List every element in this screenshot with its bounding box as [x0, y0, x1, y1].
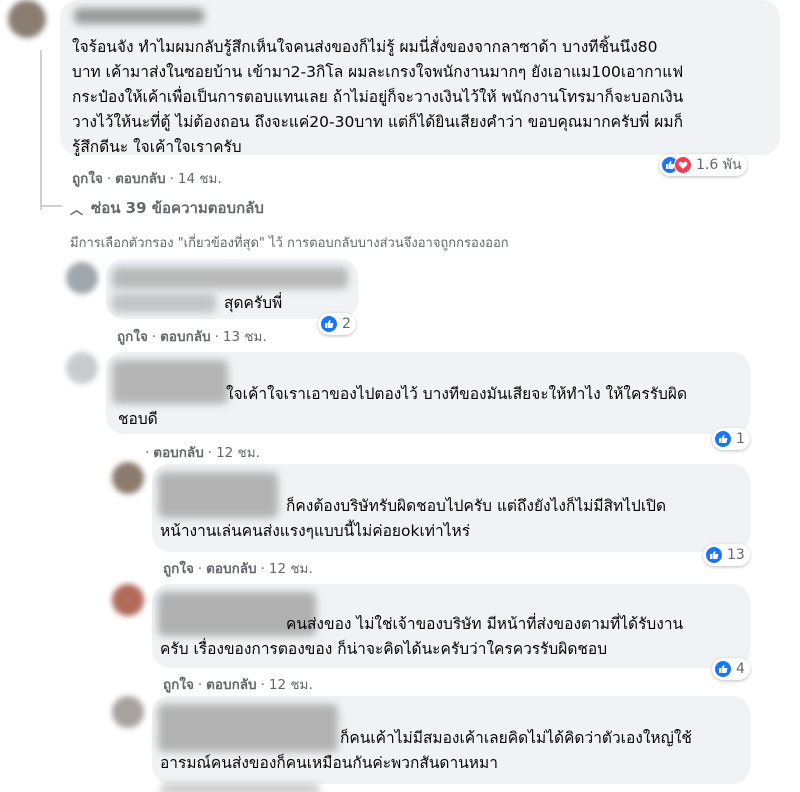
thread-line-main [40, 50, 42, 210]
reaction-count[interactable]: 1 [712, 428, 750, 450]
reply-button[interactable]: ตอบกลับ [115, 167, 165, 189]
reply-button[interactable]: ตอบกลับ [160, 325, 210, 347]
reply-text: ก็คงต้องบริษัทรับผิดชอบไปครับ แต่ถึงยังไ… [160, 497, 667, 540]
avatar[interactable] [66, 262, 98, 294]
reaction-count[interactable]: 4 [712, 658, 750, 680]
reply-bubble: คนส่งของ ไม่ใช่เจ้าของบริษัท มีหน้าที่ส่… [152, 584, 750, 668]
hide-replies-button[interactable]: ︿ ซ่อน 39 ข้อความตอบกลับ [70, 196, 264, 220]
avatar[interactable] [8, 0, 46, 38]
reply-actions: ถูกใจ · ตอบกลับ · 12 ชม. [163, 557, 313, 579]
comment-actions: ถูกใจ · ตอบกลับ · 14 ชม. [72, 167, 222, 189]
filter-note: มีการเลือกตัวกรอง "เกี่ยวข้องที่สุด" ไว้… [70, 236, 509, 251]
like-reaction-icon [705, 546, 723, 564]
like-button[interactable]: ถูกใจ [163, 557, 194, 579]
reply-bubble: ก็คงต้องบริษัทรับผิดชอบไปครับ แต่ถึงยังไ… [152, 464, 750, 552]
reply-button[interactable]: ตอบกลับ [153, 441, 203, 463]
reply-actions: ถูกใจ · ตอบกลับ · 12 ชม. [163, 673, 313, 695]
timestamp[interactable]: 13 ชม. [223, 325, 267, 347]
like-button[interactable]: ถูกใจ [72, 167, 103, 189]
timestamp[interactable]: 12 ชม. [269, 557, 313, 579]
commenter-name-blurred[interactable] [112, 267, 348, 289]
reply-text: ก็คนเค้าไม่มีสมองเค้าเลยคิดไม่ได้คิดว่าต… [160, 729, 692, 772]
commenter-name-blurred[interactable] [74, 8, 204, 24]
comment-bubble: ใจร้อนจัง ทำไมผมกลับรู้สึกเห็นใจคนส่งของ… [60, 0, 780, 156]
mention-blurred[interactable] [112, 293, 216, 313]
reaction-count[interactable]: 2 [318, 313, 356, 335]
thread-line-branch [40, 205, 62, 207]
reaction-count[interactable]: 1.6 พัน [659, 154, 747, 176]
like-reaction-icon [714, 660, 732, 678]
reaction-count[interactable]: 13 [703, 544, 750, 566]
reply-bubble: ใจเค้าใจเราเอาของไปตองไว้ บางทีของมันเสี… [106, 352, 750, 434]
reaction-number: 1 [736, 431, 745, 447]
comment-text: ใจร้อนจัง ทำไมผมกลับรู้สึกเห็นใจคนส่งของ… [72, 38, 684, 156]
avatar[interactable] [112, 696, 144, 728]
reaction-number: 1.6 พัน [696, 157, 742, 173]
reply-text: คนส่งของ ไม่ใช่เจ้าของบริษัท มีหน้าที่ส่… [160, 615, 684, 658]
avatar[interactable] [66, 352, 98, 384]
reply-bubble: สุดครับพี่ [106, 259, 358, 319]
timestamp[interactable]: 14 ชม. [178, 167, 222, 189]
reaction-number: 4 [736, 661, 745, 677]
avatar[interactable] [112, 462, 144, 494]
reply-bubble: ก็คนเค้าไม่มีสมองเค้าเลยคิดไม่ได้คิดว่าต… [152, 696, 750, 784]
reply-actions: ถูกใจ · ตอบกลับ · 13 ชม. [117, 325, 267, 347]
like-button[interactable]: ถูกใจ [163, 673, 194, 695]
timestamp[interactable]: 12 ชม. [269, 673, 313, 695]
reply-actions-blurred [160, 784, 320, 792]
love-reaction-icon [674, 156, 692, 174]
reply-button[interactable]: ตอบกลับ [206, 557, 256, 579]
reply-text: สุดครับพี่ [224, 294, 283, 312]
like-reaction-icon [714, 430, 732, 448]
reply-button[interactable]: ตอบกลับ [206, 673, 256, 695]
avatar[interactable] [112, 584, 144, 616]
like-reaction-icon [320, 315, 338, 333]
like-button[interactable]: ถูกใจ [117, 325, 148, 347]
reply-actions: · ตอบกลับ · 12 ชม. [145, 441, 260, 463]
reaction-number: 13 [727, 547, 745, 563]
reply-text: ใจเค้าใจเราเอาของไปตองไว้ บางทีของมันเสี… [118, 385, 688, 428]
reaction-number: 2 [342, 316, 351, 332]
chevron-up-icon: ︿ [70, 202, 84, 218]
timestamp[interactable]: 12 ชม. [216, 441, 260, 463]
hide-replies-label: ซ่อน 39 ข้อความตอบกลับ [91, 199, 264, 217]
